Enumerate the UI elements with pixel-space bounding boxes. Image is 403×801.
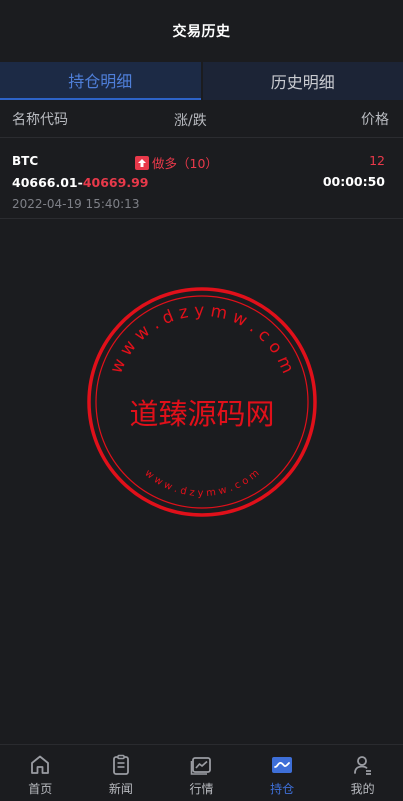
position-icon <box>272 757 293 773</box>
current-price: 40669.99 <box>82 175 149 190</box>
tabbar-position[interactable]: 持仓 <box>242 745 323 801</box>
tabbar-profile[interactable]: 我的 <box>322 745 403 801</box>
open-price: 40666.01 <box>12 175 78 190</box>
column-price: 价格 <box>361 111 389 128</box>
tab-bar-top: 持仓明细 历史明细 <box>0 62 403 100</box>
position-amount: 12 <box>369 153 385 168</box>
arrow-up-icon <box>135 155 149 170</box>
watermark-stamp: w w w . d z y m w . c o m w w w . d z y … <box>87 287 317 517</box>
column-name: 名称代码 <box>12 111 68 128</box>
countdown: 00:00:50 <box>322 174 385 189</box>
column-change: 涨/跌 <box>174 113 207 129</box>
top-header: 交易历史 <box>0 0 403 62</box>
app-screen: 交易历史 持仓明细 历史明细 名称代码 涨/跌 价格 BTC 做多（10） 12… <box>0 0 403 801</box>
column-header: 名称代码 涨/跌 价格 <box>0 100 403 138</box>
news-icon <box>112 754 129 775</box>
tab-history[interactable]: 历史明细 <box>202 62 403 100</box>
home-icon <box>31 755 50 774</box>
price-range: 40666.01-40669.99 <box>12 175 148 190</box>
open-datetime: 2022-04-19 15:40:13 <box>12 197 140 211</box>
tabbar-news[interactable]: 新闻 <box>81 745 162 801</box>
tabbar-market[interactable]: 行情 <box>161 745 242 801</box>
tabbar-home[interactable]: 首页 <box>0 745 81 801</box>
page-title: 交易历史 <box>172 24 231 40</box>
position-row[interactable]: BTC 做多（10） 12 40666.01-40669.99 00:00:50… <box>0 139 403 219</box>
bottom-tab-bar: 首页 新闻 行情 持仓 我的 <box>0 744 403 801</box>
direction-label: 做多（10） <box>152 156 218 171</box>
market-icon <box>191 757 212 775</box>
tab-holdings[interactable]: 持仓明细 <box>0 62 201 100</box>
tabbar-market-label: 行情 <box>189 782 214 796</box>
direction-badge: 做多（10） <box>135 153 218 172</box>
tabbar-position-label: 持仓 <box>270 782 295 796</box>
profile-icon <box>353 756 371 775</box>
stamp-ring-text-bottom: w w w . d z y m w . c o m <box>142 468 261 499</box>
tabbar-profile-label: 我的 <box>350 782 375 796</box>
stamp-center-text: 道臻源码网 <box>129 397 274 431</box>
symbol: BTC <box>12 154 39 168</box>
tabbar-home-label: 首页 <box>28 782 53 796</box>
tabbar-news-label: 新闻 <box>108 782 133 796</box>
